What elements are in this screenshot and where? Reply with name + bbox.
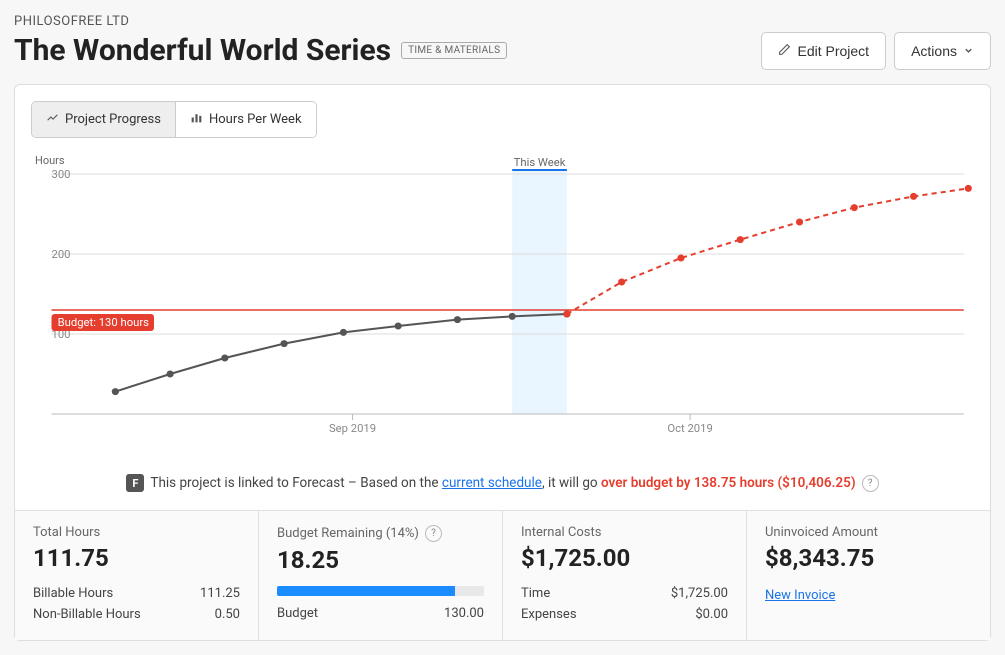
forecast-mid: , it will go [542, 475, 598, 491]
time-value: $1,725.00 [671, 584, 728, 605]
help-icon[interactable]: ? [425, 525, 442, 542]
tab-hours-label: Hours Per Week [209, 112, 302, 127]
billable-value: 111.25 [200, 584, 240, 605]
expenses-label: Expenses [521, 605, 577, 626]
new-invoice-link[interactable]: New Invoice [765, 588, 835, 603]
budget-total-label: Budget [277, 604, 318, 625]
project-title: The Wonderful World Series [14, 33, 391, 68]
stat-internal-costs: Internal Costs $1,725.00 Time $1,725.00 E… [503, 511, 747, 640]
budget-progress-fill [277, 586, 455, 596]
forecast-prefix: This project is linked to Forecast – Bas… [150, 475, 438, 491]
page-header: PHILOSOFREE LTD The Wonderful World Seri… [14, 14, 991, 70]
billable-label: Billable Hours [33, 584, 113, 605]
stat-total-hours: Total Hours 111.75 Billable Hours111.25 … [15, 511, 259, 640]
forecast-message: F This project is linked to Forecast – B… [31, 460, 974, 510]
chevron-down-icon [963, 43, 974, 59]
billing-type-badge: TIME & MATERIALS [401, 42, 507, 59]
svg-text:Budget: 130 hours: Budget: 130 hours [58, 316, 150, 329]
budget-total-value: 130.00 [444, 604, 484, 625]
svg-text:This Week: This Week [514, 156, 566, 169]
line-chart-icon [46, 111, 59, 128]
forecast-danger: over budget by 138.75 hours ($10,406.25) [601, 475, 856, 491]
stat-budget: Budget Remaining (14%) ? 18.25 Budget 130… [259, 511, 503, 640]
costs-label: Internal Costs [521, 525, 728, 540]
forecast-icon: F [126, 474, 144, 492]
svg-text:200: 200 [52, 248, 71, 261]
svg-text:300: 300 [52, 168, 71, 181]
tab-hours-per-week[interactable]: Hours Per Week [176, 102, 316, 137]
chart-svg: 100200300Sep 2019Oct 2019Budget: 130 hou… [31, 154, 974, 444]
chart-ylabel: Hours [35, 154, 65, 167]
chart-tabs: Project Progress Hours Per Week [31, 101, 317, 138]
budget-value: 18.25 [277, 546, 484, 574]
edit-project-label: Edit Project [797, 43, 869, 59]
progress-chart: Hours 100200300Sep 2019Oct 2019Budget: 1… [31, 154, 974, 444]
edit-project-button[interactable]: Edit Project [761, 32, 886, 70]
actions-label: Actions [911, 43, 957, 59]
time-label: Time [521, 584, 550, 605]
stat-uninvoiced: Uninvoiced Amount $8,343.75 New Invoice [747, 511, 990, 640]
project-card: Project Progress Hours Per Week Hours 10… [14, 84, 991, 641]
tab-progress-label: Project Progress [65, 112, 161, 127]
expenses-value: $0.00 [695, 605, 728, 626]
nonbillable-value: 0.50 [215, 605, 240, 626]
actions-button[interactable]: Actions [894, 32, 991, 70]
budget-label: Budget Remaining (14%) [277, 526, 419, 541]
uninvoiced-label: Uninvoiced Amount [765, 525, 972, 540]
costs-value: $1,725.00 [521, 544, 728, 572]
total-hours-value: 111.75 [33, 544, 240, 572]
uninvoiced-value: $8,343.75 [765, 544, 972, 572]
tab-project-progress[interactable]: Project Progress [32, 102, 176, 137]
svg-text:Oct 2019: Oct 2019 [667, 422, 712, 435]
budget-progress [277, 586, 484, 596]
company-name: PHILOSOFREE LTD [14, 14, 761, 29]
pencil-icon [778, 43, 791, 59]
current-schedule-link[interactable]: current schedule [442, 475, 542, 491]
svg-text:Sep 2019: Sep 2019 [329, 422, 376, 435]
bar-chart-icon [190, 111, 203, 128]
help-icon[interactable]: ? [862, 475, 879, 492]
nonbillable-label: Non-Billable Hours [33, 605, 141, 626]
stats-row: Total Hours 111.75 Billable Hours111.25 … [15, 510, 990, 640]
total-hours-label: Total Hours [33, 525, 240, 540]
